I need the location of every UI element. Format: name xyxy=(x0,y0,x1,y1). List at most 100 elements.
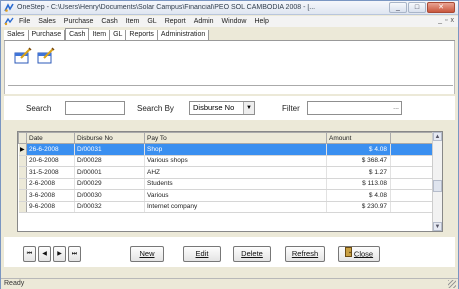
title-bar[interactable]: OneStep - C:\Users\Henry\Documents\Solar… xyxy=(1,1,458,15)
menu-window[interactable]: Window xyxy=(222,18,247,25)
cell-amount[interactable]: $ 368.47 xyxy=(326,155,391,167)
menu-cash[interactable]: Cash xyxy=(101,18,117,25)
row-indicator xyxy=(18,155,27,167)
mdi-restore-button[interactable]: ▫ xyxy=(445,17,447,24)
table-row[interactable]: ▶ 26-6-2008 D/00031 Shop $ 4.08 xyxy=(18,143,442,156)
tab-cash[interactable]: Cash xyxy=(65,28,90,40)
mdi-close-button[interactable]: x xyxy=(451,17,455,24)
resize-grip-icon[interactable] xyxy=(448,280,456,288)
next-record-button[interactable]: ▶ xyxy=(53,246,66,262)
search-input[interactable] xyxy=(65,101,125,115)
row-indicator-header xyxy=(18,132,27,144)
close-button-label: Close xyxy=(353,249,374,259)
cell-disburse-no[interactable]: D/00001 xyxy=(74,166,145,179)
menu-help[interactable]: Help xyxy=(254,18,268,25)
cell-amount[interactable]: $ 4.08 xyxy=(326,143,391,156)
filter-label: Filter xyxy=(282,104,300,113)
menu-file[interactable]: File xyxy=(19,18,30,25)
toolbar-divider xyxy=(8,85,453,86)
scroll-thumb[interactable] xyxy=(433,180,442,192)
refresh-button[interactable]: Refresh xyxy=(285,246,325,262)
tab-purchase[interactable]: Purchase xyxy=(28,30,66,40)
table-row[interactable]: 3-6-2008 D/00030 Various $ 4.08 xyxy=(18,189,442,202)
menu-item[interactable]: Item xyxy=(126,18,140,25)
filter-browse-button[interactable]: ... xyxy=(393,102,399,113)
grid-scrollbar[interactable]: ▲ ▼ xyxy=(432,132,442,231)
cell-pay-to[interactable]: Various shops xyxy=(144,155,327,167)
first-record-button[interactable]: ⏮ xyxy=(23,246,36,262)
window-controls: _ □ ✕ xyxy=(389,2,455,13)
refresh-button-label: Refresh xyxy=(291,249,319,258)
grid-header-row: Date Disburse No Pay To Amount xyxy=(18,132,442,144)
status-text: Ready xyxy=(4,280,25,287)
cell-pay-to[interactable]: Students xyxy=(144,178,327,190)
table-row[interactable]: 9-6-2008 D/00032 Internet company $ 230.… xyxy=(18,201,442,213)
app-logo-icon xyxy=(4,2,14,13)
new-button[interactable]: New xyxy=(130,246,164,262)
cell-disburse-no[interactable]: D/00031 xyxy=(74,143,145,156)
chevron-down-icon[interactable]: ▼ xyxy=(243,102,254,114)
cell-pay-to[interactable]: Various xyxy=(144,189,327,202)
column-header-pay-to[interactable]: Pay To xyxy=(144,132,327,144)
menu-gl[interactable]: GL xyxy=(147,18,156,25)
menu-report[interactable]: Report xyxy=(165,18,186,25)
column-header-disburse-no[interactable]: Disburse No xyxy=(74,132,145,144)
disbursement-grid[interactable]: Date Disburse No Pay To Amount ▶ 26-6-20… xyxy=(17,131,443,232)
cell-amount[interactable]: $ 230.97 xyxy=(326,201,391,213)
close-window-button[interactable]: ✕ xyxy=(427,2,455,13)
last-record-button[interactable]: ⏭ xyxy=(68,246,81,262)
menu-purchase[interactable]: Purchase xyxy=(64,18,94,25)
tab-sales[interactable]: Sales xyxy=(4,30,29,40)
scroll-down-icon[interactable]: ▼ xyxy=(433,222,442,231)
menu-admin[interactable]: Admin xyxy=(194,18,214,25)
table-row[interactable]: 31-5-2008 D/00001 AHZ $ 1.27 xyxy=(18,166,442,179)
disburse-cash-icon[interactable] xyxy=(36,47,56,65)
receive-cash-icon[interactable] xyxy=(13,47,33,65)
cell-date[interactable]: 2-6-2008 xyxy=(26,178,75,190)
cell-date[interactable]: 20-6-2008 xyxy=(26,155,75,167)
cell-pay-to[interactable]: Internet company xyxy=(144,201,327,213)
scroll-up-icon[interactable]: ▲ xyxy=(433,132,442,141)
previous-record-button[interactable]: ◀ xyxy=(38,246,51,262)
search-row: Search Search By Disburse No ▼ Filter ..… xyxy=(4,96,455,120)
column-header-date[interactable]: Date xyxy=(26,132,75,144)
cell-disburse-no[interactable]: D/00032 xyxy=(74,201,145,213)
action-bar: ⏮ ◀ ▶ ⏭ New Edit Delete Refresh Close xyxy=(4,237,455,267)
cell-date[interactable]: 26-6-2008 xyxy=(26,143,75,156)
tab-item[interactable]: Item xyxy=(89,30,111,40)
filter-input[interactable]: ... xyxy=(307,101,402,115)
edit-button[interactable]: Edit xyxy=(183,246,221,262)
menu-sales[interactable]: Sales xyxy=(38,18,56,25)
mdi-controls: _ ▫ x xyxy=(438,17,454,24)
table-row[interactable]: 2-6-2008 D/00029 Students $ 113.08 xyxy=(18,178,442,190)
delete-button[interactable]: Delete xyxy=(233,246,271,262)
tab-gl[interactable]: GL xyxy=(110,30,127,40)
cell-pay-to[interactable]: AHZ xyxy=(144,166,327,179)
close-button[interactable]: Close xyxy=(338,246,380,262)
cell-disburse-no[interactable]: D/00029 xyxy=(74,178,145,190)
tab-reports[interactable]: Reports xyxy=(126,30,158,40)
delete-button-label: Delete xyxy=(241,249,263,258)
window-title: OneStep - C:\Users\Henry\Documents\Solar… xyxy=(17,4,316,11)
cell-amount[interactable]: $ 113.08 xyxy=(326,178,391,190)
column-header-amount[interactable]: Amount xyxy=(326,132,391,144)
search-by-select[interactable]: Disburse No ▼ xyxy=(189,101,255,115)
cell-amount[interactable]: $ 4.08 xyxy=(326,189,391,202)
minimize-button[interactable]: _ xyxy=(389,2,407,13)
cell-date[interactable]: 9-6-2008 xyxy=(26,201,75,213)
row-indicator xyxy=(18,166,27,179)
cell-disburse-no[interactable]: D/00030 xyxy=(74,189,145,202)
cell-date[interactable]: 31-5-2008 xyxy=(26,166,75,179)
row-indicator xyxy=(18,201,27,213)
cell-amount[interactable]: $ 1.27 xyxy=(326,166,391,179)
cell-pay-to[interactable]: Shop xyxy=(144,143,327,156)
mdi-minimize-button[interactable]: _ xyxy=(438,17,442,24)
close-door-icon xyxy=(344,247,352,262)
table-row[interactable]: 20-6-2008 D/00028 Various shops $ 368.47 xyxy=(18,155,442,167)
maximize-button[interactable]: □ xyxy=(408,2,426,13)
tab-administration[interactable]: Administration xyxy=(157,30,210,40)
cell-date[interactable]: 3-6-2008 xyxy=(26,189,75,202)
search-by-label: Search By xyxy=(137,104,174,113)
cell-disburse-no[interactable]: D/00028 xyxy=(74,155,145,167)
mdi-child-icon[interactable] xyxy=(4,17,14,26)
